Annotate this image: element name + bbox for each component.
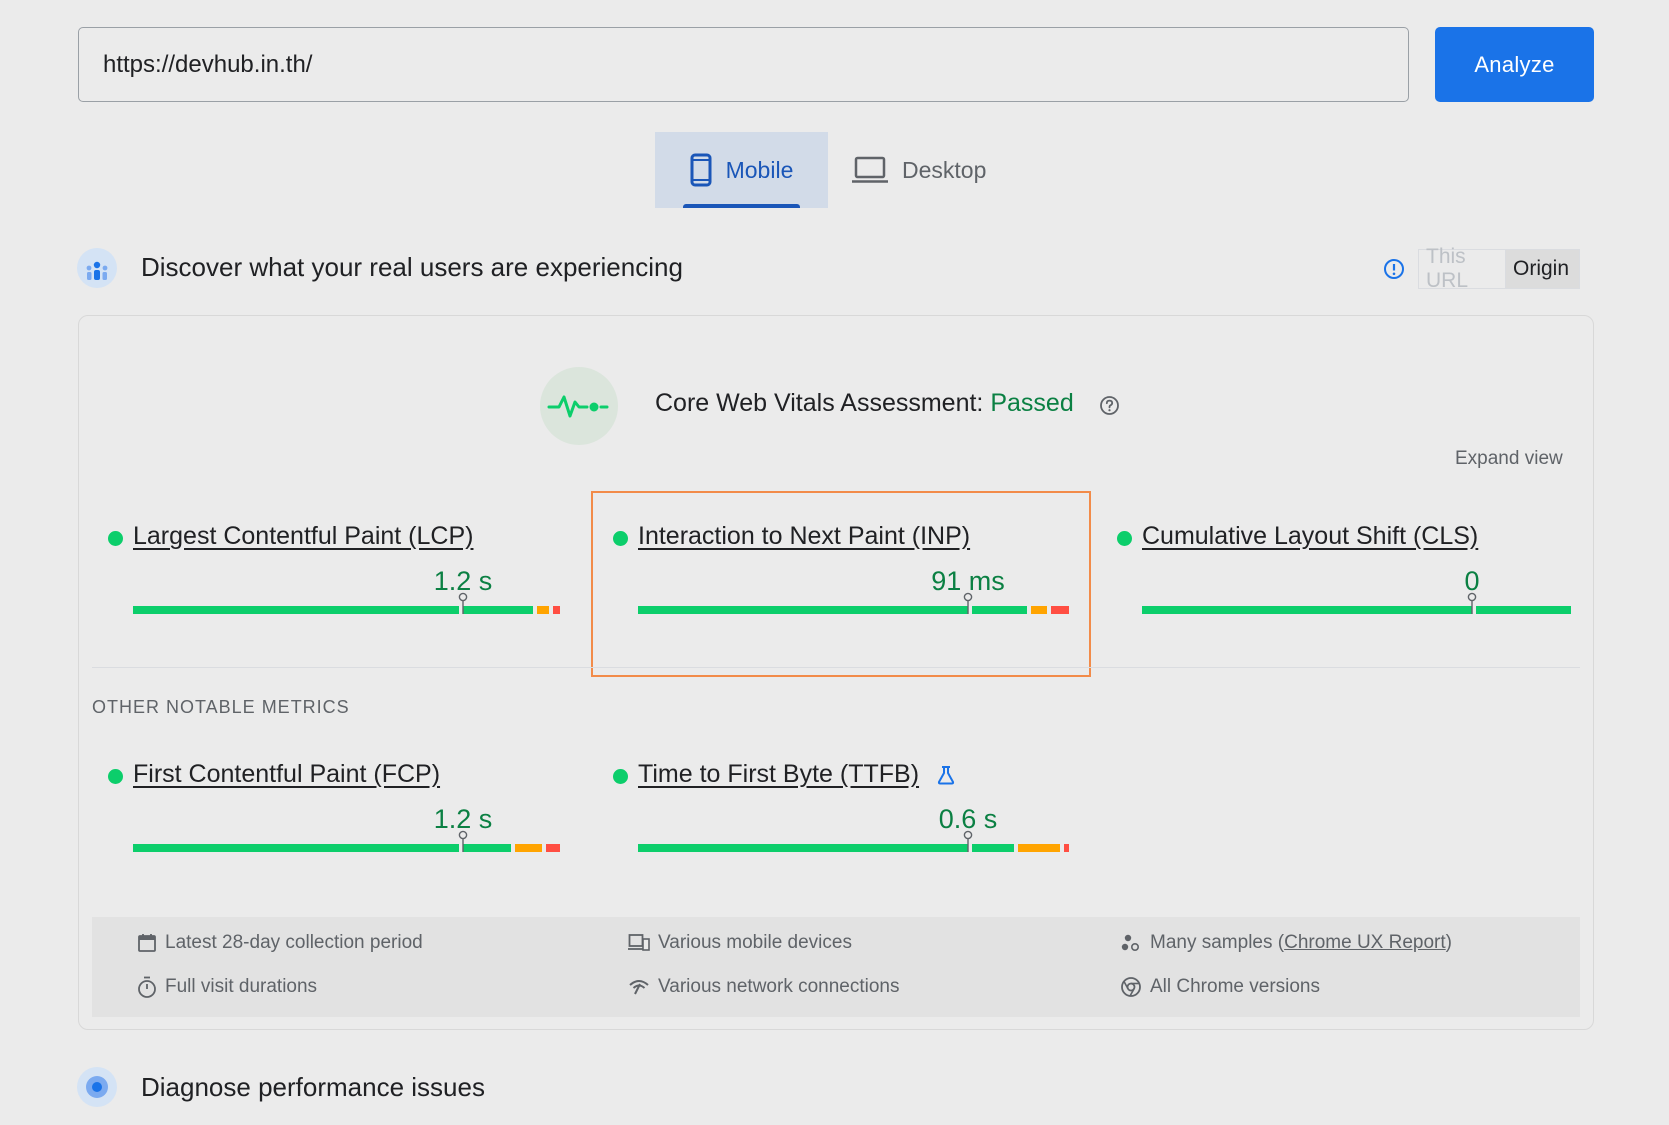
good-segment-b xyxy=(972,844,1015,852)
samples-prefix: Many samples ( xyxy=(1150,932,1285,953)
phone-icon xyxy=(690,153,712,187)
signal-icon xyxy=(629,980,649,995)
p75-marker xyxy=(458,830,468,852)
samples-item: Many samples (Chrome UX Report) xyxy=(1120,932,1452,954)
devices-icon xyxy=(628,934,650,951)
help-icon[interactable] xyxy=(1099,395,1120,416)
pulse-icon xyxy=(540,367,618,445)
p75-marker xyxy=(963,830,973,852)
status-dot xyxy=(613,769,628,784)
metric-name-link[interactable]: Largest Contentful Paint (LCP) xyxy=(133,522,473,551)
good-segment-b xyxy=(462,606,534,614)
status-dot xyxy=(108,531,123,546)
good-segment-b xyxy=(1476,606,1571,614)
needs-improvement-segment xyxy=(515,844,543,852)
info-icon[interactable] xyxy=(1383,258,1405,280)
metric-other_metrics-1: Time to First Byte (TTFB) 0.6 s xyxy=(613,760,1078,860)
cwv-assessment: Core Web Vitals Assessment: Passed xyxy=(655,389,1074,418)
expand-view-button[interactable]: Expand view xyxy=(1455,448,1563,470)
p75-marker xyxy=(1467,592,1477,614)
metrics-divider xyxy=(92,667,1580,668)
visit-durations-item: Full visit durations xyxy=(137,976,317,998)
metric-core_metrics-0: Largest Contentful Paint (LCP) 1.2 s xyxy=(108,522,573,622)
cwv-assessment-status: Passed xyxy=(990,389,1074,417)
chrome-versions-text: All Chrome versions xyxy=(1150,976,1320,997)
tab-mobile-label: Mobile xyxy=(725,156,794,183)
laptop-icon xyxy=(852,156,888,183)
status-dot xyxy=(108,769,123,784)
poor-segment xyxy=(1064,844,1070,852)
distribution-bar xyxy=(1142,606,1582,614)
needs-improvement-segment xyxy=(537,606,549,614)
chrome-ux-report-link[interactable]: Chrome UX Report xyxy=(1284,932,1446,954)
devices-text: Various mobile devices xyxy=(658,932,852,953)
tab-desktop[interactable]: Desktop xyxy=(852,132,1012,208)
distribution-bar xyxy=(133,844,573,852)
toggle-this-url[interactable]: This URL xyxy=(1419,245,1506,292)
collection-period-item: Latest 28-day collection period xyxy=(137,932,423,954)
analyze-button[interactable]: Analyze xyxy=(1435,27,1594,102)
cwv-assessment-label: Core Web Vitals Assessment: xyxy=(655,389,984,417)
field-section-title: Discover what your real users are experi… xyxy=(141,252,683,282)
needs-improvement-segment xyxy=(1018,844,1061,852)
chrome-versions-item: All Chrome versions xyxy=(1120,976,1320,998)
distribution-bar xyxy=(133,606,573,614)
tab-mobile[interactable]: Mobile xyxy=(655,132,828,208)
tab-desktop-label: Desktop xyxy=(902,156,987,183)
network-item: Various network connections xyxy=(628,976,900,998)
diagnose-icon xyxy=(77,1067,117,1107)
samples-icon xyxy=(1121,934,1140,952)
users-icon xyxy=(77,248,117,288)
good-segment-a xyxy=(133,606,459,614)
beaker-icon[interactable] xyxy=(936,765,956,785)
inp-highlight-box xyxy=(591,491,1091,677)
visit-durations-text: Full visit durations xyxy=(165,976,318,997)
poor-segment xyxy=(546,844,560,852)
distribution-bar xyxy=(638,844,1078,852)
collection-period-text: Latest 28-day collection period xyxy=(165,932,423,953)
url-input[interactable] xyxy=(78,27,1409,102)
calendar-icon xyxy=(138,934,156,952)
diagnose-section-title: Diagnose performance issues xyxy=(141,1072,485,1102)
metric-core_metrics-2: Cumulative Layout Shift (CLS) 0 xyxy=(1117,522,1582,622)
devices-item: Various mobile devices xyxy=(628,932,852,954)
other-metrics-title: OTHER NOTABLE METRICS xyxy=(92,697,350,717)
tab-selected-indicator xyxy=(683,204,800,208)
url-origin-toggle[interactable]: This URL Origin xyxy=(1418,245,1580,292)
metric-other_metrics-0: First Contentful Paint (FCP) 1.2 s xyxy=(108,760,573,860)
metric-name-link[interactable]: Time to First Byte (TTFB) xyxy=(638,760,919,789)
good-segment-a xyxy=(638,844,968,852)
stopwatch-icon xyxy=(138,976,156,998)
samples-suffix: ) xyxy=(1445,932,1452,953)
good-segment-a xyxy=(133,844,459,852)
metric-name-link[interactable]: First Contentful Paint (FCP) xyxy=(133,760,440,789)
network-text: Various network connections xyxy=(658,976,900,997)
metric-name-link[interactable]: Cumulative Layout Shift (CLS) xyxy=(1142,522,1478,551)
status-dot xyxy=(1117,531,1132,546)
p75-marker xyxy=(458,592,468,614)
good-segment-a xyxy=(1142,606,1472,614)
poor-segment xyxy=(552,606,560,614)
good-segment-b xyxy=(462,844,512,852)
chrome-icon xyxy=(1121,977,1141,997)
toggle-origin[interactable]: Origin xyxy=(1506,250,1579,288)
